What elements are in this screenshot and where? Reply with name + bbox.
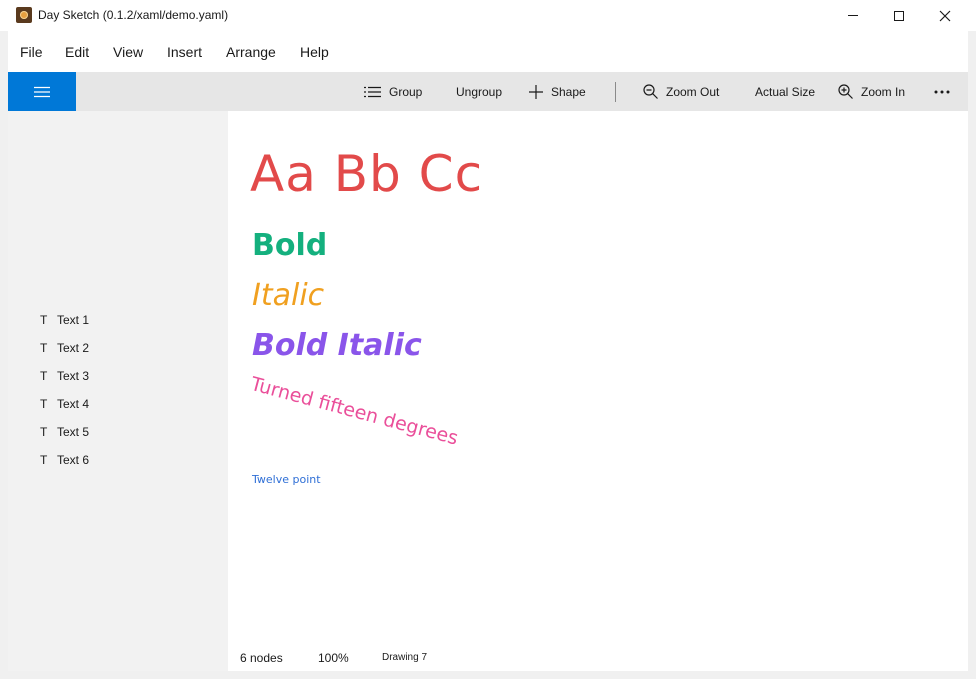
menu-arrange[interactable]: Arrange — [226, 44, 276, 60]
list-item[interactable]: T Text 3 — [8, 363, 228, 391]
window-title: Day Sketch (0.1.2/xaml/demo.yaml) — [38, 8, 229, 22]
text-node-icon: T — [40, 397, 48, 411]
zoom-out-button[interactable]: Zoom Out — [643, 72, 719, 111]
text-node-icon: T — [40, 425, 48, 439]
maximize-icon — [894, 10, 904, 21]
menu-bar: File Edit View Insert Arrange Help — [8, 31, 968, 72]
app-icon — [16, 7, 32, 23]
zoom-in-button[interactable]: Zoom In — [838, 72, 905, 111]
more-button[interactable] — [934, 72, 958, 111]
close-icon — [939, 10, 951, 21]
node-label: Text 3 — [57, 369, 90, 383]
list-icon — [364, 86, 381, 97]
menu-file[interactable]: File — [20, 44, 43, 60]
title-bar: Day Sketch (0.1.2/xaml/demo.yaml) — [0, 0, 976, 31]
group-button[interactable]: Group — [364, 72, 422, 111]
actual-size-button[interactable]: Actual Size — [755, 72, 815, 111]
canvas-text-4[interactable]: Bold Italic — [252, 328, 422, 363]
list-item[interactable]: T Text 1 — [8, 307, 228, 335]
node-count: 6 nodes — [240, 651, 283, 665]
list-item[interactable]: T Text 5 — [8, 419, 228, 447]
list-item[interactable]: T Text 6 — [8, 447, 228, 475]
canvas-text-6[interactable]: Twelve point — [252, 473, 321, 486]
drawing-canvas[interactable]: Aa Bb Cc Bold Italic Bold Italic Turned … — [228, 111, 968, 671]
minimize-button[interactable] — [830, 0, 876, 31]
minimize-icon — [848, 15, 858, 16]
zoom-out-icon — [643, 84, 658, 99]
hamburger-icon — [34, 86, 50, 97]
zoom-in-label: Zoom In — [861, 84, 906, 99]
status-bar: 6 nodes 100% Drawing 7 — [228, 646, 968, 670]
close-button[interactable] — [922, 0, 968, 31]
sidebar: T Text 1 T Text 2 T Text 3 T Text 4 T Te… — [8, 111, 228, 671]
text-node-icon: T — [40, 313, 48, 327]
menu-view[interactable]: View — [113, 44, 143, 60]
zoom-in-icon — [838, 84, 853, 99]
menu-help[interactable]: Help — [300, 44, 329, 60]
ungroup-label: Ungroup — [456, 84, 503, 99]
canvas-text-3[interactable]: Italic — [252, 278, 324, 313]
actual-size-label: Actual Size — [755, 84, 816, 99]
list-item[interactable]: T Text 4 — [8, 391, 228, 419]
text-node-icon: T — [40, 341, 48, 355]
node-label: Text 5 — [57, 425, 90, 439]
node-label: Text 6 — [57, 453, 90, 467]
node-label: Text 4 — [57, 397, 90, 411]
canvas-text-1[interactable]: Aa Bb Cc — [250, 145, 483, 203]
more-icon — [934, 90, 950, 93]
canvas-text-5[interactable]: Turned fifteen degrees — [248, 373, 460, 450]
node-list: T Text 1 T Text 2 T Text 3 T Text 4 T Te… — [8, 307, 228, 475]
shape-label: Shape — [551, 84, 586, 99]
node-label: Text 2 — [57, 341, 90, 355]
group-label: Group — [389, 84, 423, 99]
zoom-out-label: Zoom Out — [666, 84, 720, 99]
text-node-icon: T — [40, 453, 48, 467]
shape-button[interactable]: Shape — [529, 72, 586, 111]
toolbar: Group Ungroup Shape Zoom Out Actual Size… — [8, 72, 968, 111]
list-item[interactable]: T Text 2 — [8, 335, 228, 363]
menu-edit[interactable]: Edit — [65, 44, 89, 60]
zoom-level: 100% — [318, 651, 349, 665]
node-label: Text 1 — [57, 313, 90, 327]
maximize-button[interactable] — [876, 0, 922, 31]
text-node-icon: T — [40, 369, 48, 383]
plus-icon — [529, 84, 543, 99]
ungroup-button[interactable]: Ungroup — [456, 72, 502, 111]
drawing-name: Drawing 7 — [382, 652, 428, 663]
menu-insert[interactable]: Insert — [167, 44, 202, 60]
hamburger-button[interactable] — [8, 72, 76, 111]
canvas-text-2[interactable]: Bold — [252, 228, 327, 263]
toolbar-separator — [615, 82, 616, 102]
